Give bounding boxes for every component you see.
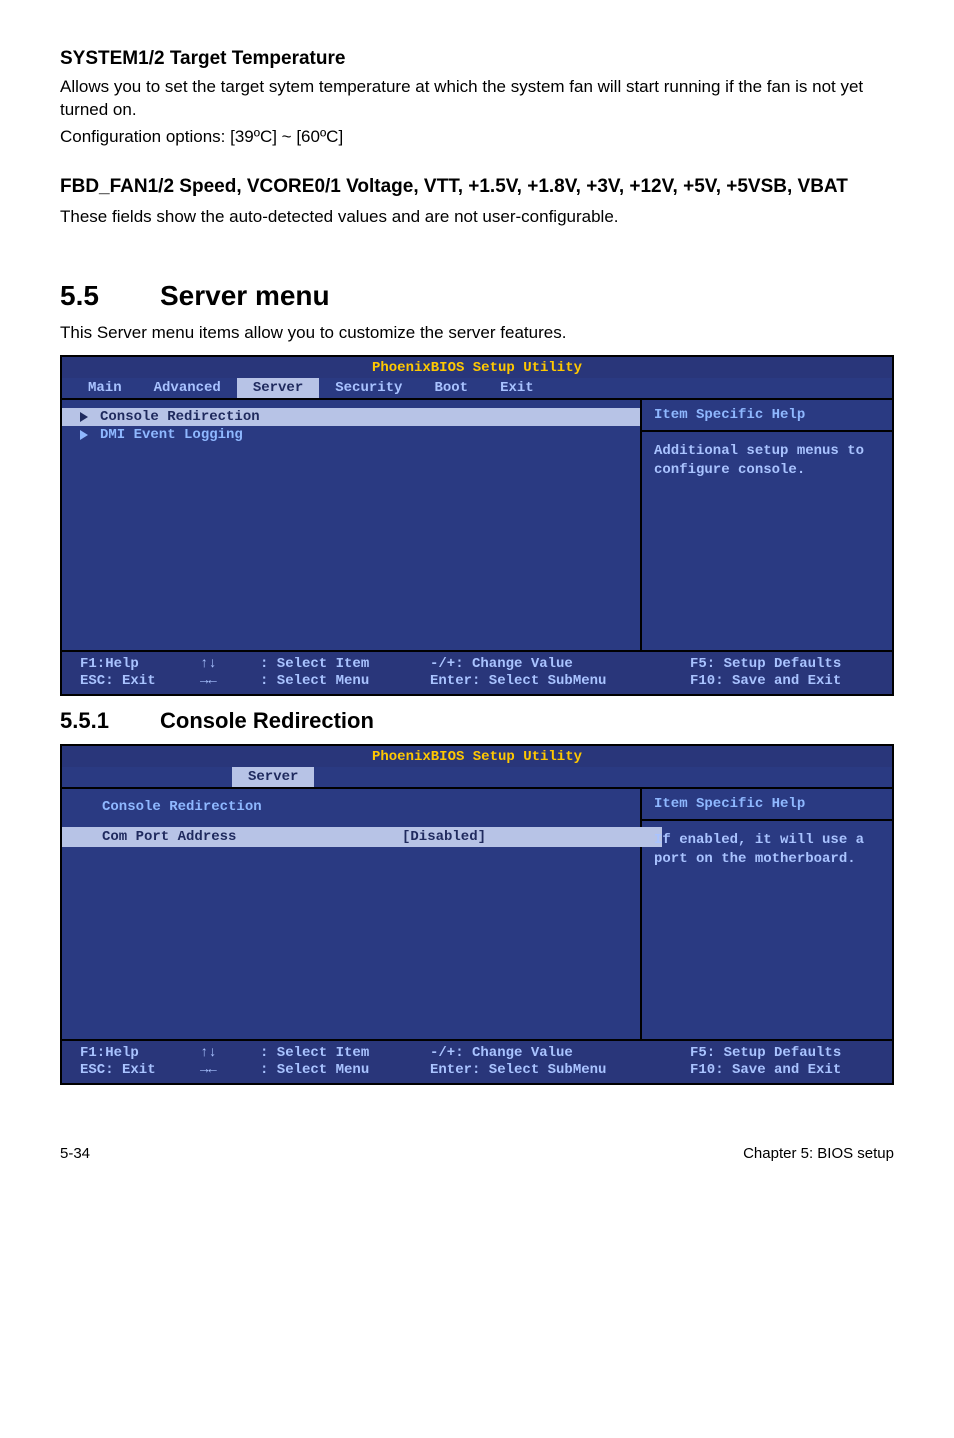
bios-footer: F1:Help ↑↓ : Select Item -/+: Change Val… (62, 1041, 892, 1083)
bios-footer-select-item: : Select Item (260, 656, 430, 672)
bios-help-panel: Item Specific Help Additional setup menu… (642, 400, 892, 650)
bios-item-console-redirection[interactable]: Console Redirection (62, 408, 640, 426)
subsection-number-5-5-1: 5.5.1 (60, 708, 160, 734)
para-server-menu-desc: This Server menu items allow you to cust… (60, 322, 894, 345)
para-system-target-temp-2: Configuration options: [39ºC] ~ [60ºC] (60, 126, 894, 149)
bios-title: PhoenixBIOS Setup Utility (62, 357, 892, 378)
bios-footer-f5: F5: Setup Defaults (690, 656, 870, 672)
bios-footer-select-item: : Select Item (260, 1045, 430, 1061)
bios-item-com-port-address[interactable]: Com Port Address [Disabled] (62, 827, 662, 847)
heading-server-menu: 5.5Server menu (60, 280, 894, 312)
bios-footer-select-menu: : Select Menu (260, 673, 430, 689)
heading-console-redirection: 5.5.1Console Redirection (60, 708, 894, 734)
bios-left-panel: Console Redirection Com Port Address [Di… (62, 789, 642, 1039)
bios-screenshot-console-redirection: PhoenixBIOS Setup Utility Server Console… (60, 744, 894, 1085)
triangle-right-icon (80, 430, 88, 440)
bios-item-value: [Disabled] (402, 829, 486, 845)
bios-left-panel: Console Redirection DMI Event Logging (62, 400, 642, 650)
bios-help-panel: Item Specific Help If enabled, it will u… (642, 789, 892, 1039)
bios-footer-esc: ESC: Exit (80, 673, 200, 689)
bios-footer-esc: ESC: Exit (80, 1062, 200, 1078)
chapter-label: Chapter 5: BIOS setup (743, 1145, 894, 1162)
bios-footer-f1: F1:Help (80, 1045, 200, 1061)
bios-footer-select-menu: : Select Menu (260, 1062, 430, 1078)
bios-help-body: Additional setup menus to configure cons… (642, 432, 892, 490)
bios-tab-main[interactable]: Main (72, 378, 138, 398)
bios-panel-heading: Console Redirection (102, 799, 262, 815)
section-number-5-5: 5.5 (60, 280, 160, 312)
bios-tab-exit[interactable]: Exit (484, 378, 550, 398)
bios-screenshot-server-menu: PhoenixBIOS Setup Utility Main Advanced … (60, 355, 894, 696)
heading-system-target-temp: SYSTEM1/2 Target Temperature (60, 48, 894, 70)
section-title-5-5: Server menu (160, 280, 330, 311)
bios-footer-f1: F1:Help (80, 656, 200, 672)
bios-footer-change-value: -/+: Change Value (430, 1045, 690, 1061)
para-system-target-temp-1: Allows you to set the target sytem tempe… (60, 76, 894, 122)
subsection-title-5-5-1: Console Redirection (160, 708, 374, 733)
bios-footer-f10: F10: Save and Exit (690, 673, 870, 689)
arrows-left-right-icon: →← (200, 1062, 260, 1078)
bios-footer-f5: F5: Setup Defaults (690, 1045, 870, 1061)
page-number: 5-34 (60, 1145, 90, 1162)
heading-fbd-fan-voltages: FBD_FAN1/2 Speed, VCORE0/1 Voltage, VTT,… (60, 175, 894, 200)
bios-help-body: If enabled, it will use a port on the mo… (642, 821, 892, 879)
bios-footer-enter-submenu: Enter: Select SubMenu (430, 1062, 690, 1078)
bios-footer: F1:Help ↑↓ : Select Item -/+: Change Val… (62, 652, 892, 694)
arrows-up-down-icon: ↑↓ (200, 1045, 260, 1061)
bios-title: PhoenixBIOS Setup Utility (62, 746, 892, 767)
bios-tab-server[interactable]: Server (237, 378, 319, 398)
bios-footer-change-value: -/+: Change Value (430, 656, 690, 672)
bios-item-label: DMI Event Logging (100, 427, 243, 443)
triangle-right-icon (80, 412, 88, 422)
bios-tab-bar: Main Advanced Server Security Boot Exit (62, 378, 892, 398)
arrows-left-right-icon: →← (200, 673, 260, 689)
bios-footer-enter-submenu: Enter: Select SubMenu (430, 673, 690, 689)
bios-help-header: Item Specific Help (654, 407, 805, 423)
bios-tab-security[interactable]: Security (319, 378, 418, 398)
bios-help-header: Item Specific Help (654, 796, 805, 812)
bios-item-label: Console Redirection (100, 409, 260, 425)
bios-tab-boot[interactable]: Boot (418, 378, 484, 398)
page-footer: 5-34 Chapter 5: BIOS setup (60, 1145, 894, 1162)
bios-tab-bar: Server (62, 767, 892, 787)
bios-tab-server[interactable]: Server (232, 767, 314, 787)
bios-footer-f10: F10: Save and Exit (690, 1062, 870, 1078)
bios-item-key: Com Port Address (102, 829, 362, 845)
para-fbd-fan-voltages: These fields show the auto-detected valu… (60, 206, 894, 229)
arrows-up-down-icon: ↑↓ (200, 656, 260, 672)
bios-item-dmi-event-logging[interactable]: DMI Event Logging (80, 426, 622, 444)
bios-tab-advanced[interactable]: Advanced (138, 378, 237, 398)
